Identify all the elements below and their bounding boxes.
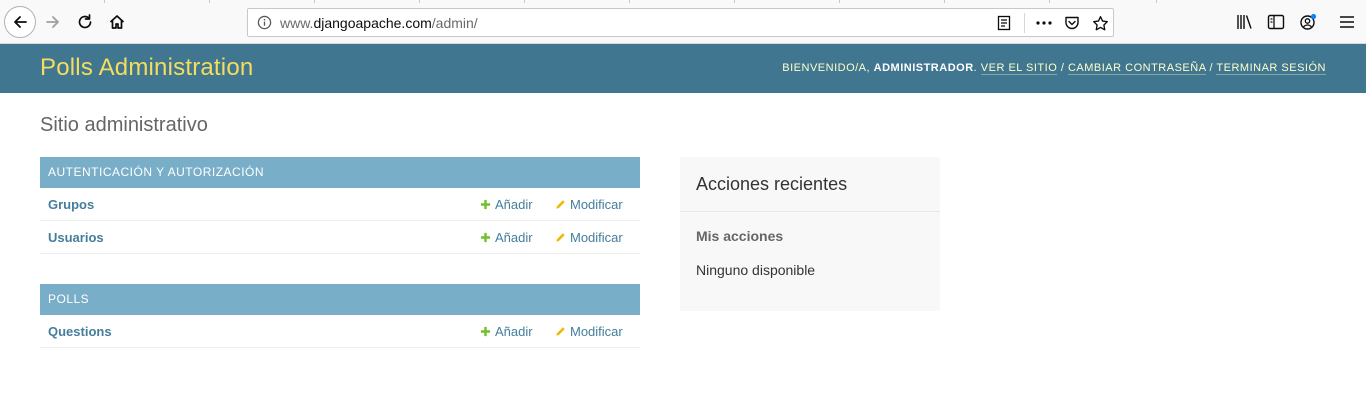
back-button[interactable] <box>4 6 36 38</box>
change-password-link[interactable]: Cambiar contraseña <box>1067 62 1206 75</box>
reader-view-icon[interactable] <box>995 14 1013 32</box>
star-icon[interactable] <box>1091 14 1109 32</box>
model-link[interactable]: Grupos <box>48 197 94 212</box>
model-row-questions: Questions Añadir Modificar <box>40 315 640 348</box>
user-tools: Bienvenido/a, administrador. Ver el siti… <box>782 62 1326 75</box>
pencil-icon <box>556 200 565 209</box>
welcome-text: Bienvenido/a, <box>782 62 871 74</box>
change-button[interactable]: Modificar <box>555 230 623 245</box>
user-tools-separator: / <box>1060 62 1065 74</box>
forward-arrow-icon <box>46 16 59 28</box>
plus-icon <box>480 232 491 243</box>
empty-message: Ninguno disponible <box>696 262 816 278</box>
add-label: Añadir <box>495 197 533 212</box>
logout-link[interactable]: Terminar sesión <box>1216 62 1326 75</box>
app-module-auth: Autenticación y autorización Grupos Añad… <box>40 157 640 254</box>
reload-icon <box>78 14 92 29</box>
recent-actions-panel: Acciones recientes Mis acciones Ninguno … <box>680 157 940 311</box>
url-text[interactable]: www.djangoapache.com/admin/ <box>280 15 478 31</box>
account-icon[interactable] <box>1298 12 1318 32</box>
view-site-link[interactable]: Ver el sitio <box>980 62 1058 75</box>
url-bar[interactable]: www.djangoapache.com/admin/ <box>247 8 1114 37</box>
tab-strip <box>0 0 1366 3</box>
pencil-icon <box>556 233 565 242</box>
sidebar-icon[interactable] <box>1266 12 1286 32</box>
change-label: Modificar <box>570 230 623 245</box>
info-icon[interactable] <box>257 15 272 30</box>
recent-actions-title: Acciones recientes <box>696 174 848 194</box>
pencil-icon <box>556 327 565 336</box>
change-button[interactable]: Modificar <box>555 324 623 339</box>
forward-button[interactable] <box>38 7 68 37</box>
admin-header: Polls Administration Bienvenido/a, admin… <box>0 44 1366 93</box>
back-arrow-icon <box>14 16 27 28</box>
add-label: Añadir <box>495 230 533 245</box>
url-bar-separator <box>1024 13 1025 33</box>
plus-icon <box>480 326 491 337</box>
change-label: Modificar <box>570 197 623 212</box>
more-dots-icon[interactable] <box>1035 14 1053 32</box>
model-link[interactable]: Questions <box>48 324 112 339</box>
plus-icon <box>480 199 491 210</box>
my-actions-heading: Mis acciones <box>696 228 784 244</box>
home-button[interactable] <box>102 7 132 37</box>
model-link[interactable]: Usuarios <box>48 230 104 245</box>
add-label: Añadir <box>495 324 533 339</box>
module-caption[interactable]: Autenticación y autorización <box>40 157 640 188</box>
divider <box>680 211 940 212</box>
model-row-grupos: Grupos Añadir Modificar <box>40 188 640 221</box>
pocket-icon[interactable] <box>1063 14 1081 32</box>
username: administrador <box>873 62 974 74</box>
app-module-polls: Polls Questions Añadir Modificar <box>40 284 640 348</box>
page-title: Sitio administrativo <box>40 114 208 136</box>
browser-toolbar: www.djangoapache.com/admin/ <box>0 0 1366 44</box>
model-row-usuarios: Usuarios Añadir Modificar <box>40 221 640 254</box>
change-label: Modificar <box>570 324 623 339</box>
add-button[interactable]: Añadir <box>480 197 533 212</box>
reload-button[interactable] <box>70 7 100 37</box>
add-button[interactable]: Añadir <box>480 324 533 339</box>
hamburger-menu-icon[interactable] <box>1337 12 1357 32</box>
library-icon[interactable] <box>1235 12 1255 32</box>
home-icon <box>109 15 125 29</box>
site-branding[interactable]: Polls Administration <box>40 54 253 82</box>
module-caption[interactable]: Polls <box>40 284 640 315</box>
add-button[interactable]: Añadir <box>480 230 533 245</box>
change-button[interactable]: Modificar <box>555 197 623 212</box>
user-tools-separator: / <box>1209 62 1214 74</box>
